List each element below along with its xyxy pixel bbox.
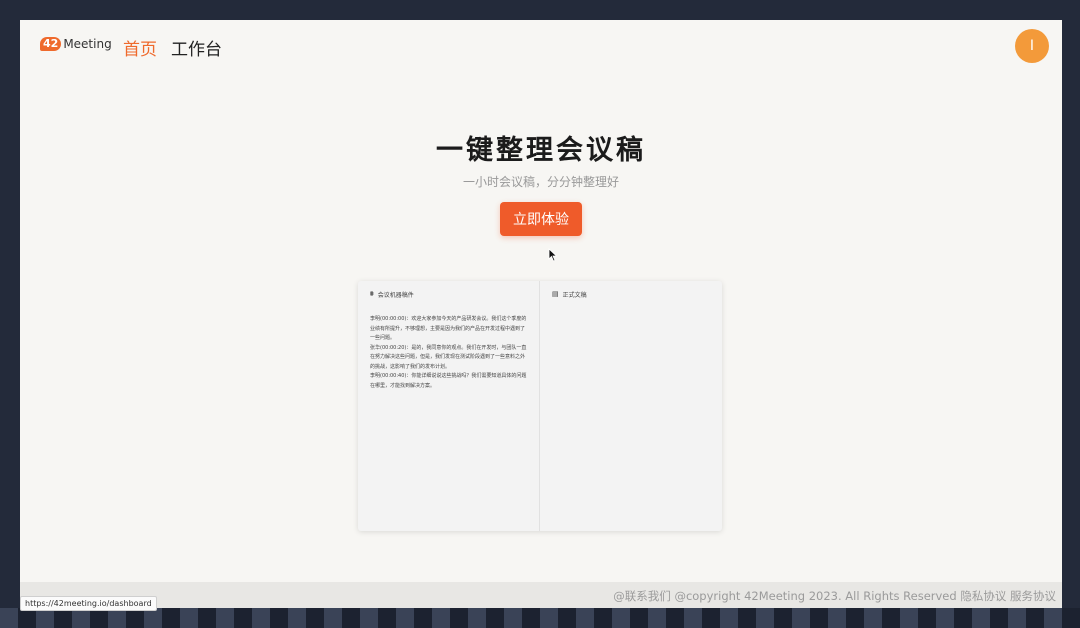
footer-text: @联系我们 @copyright 42Meeting 2023. All Rig…: [613, 588, 1056, 604]
waveform-icon: ⩩: [370, 289, 374, 298]
user-avatar[interactable]: I: [1015, 29, 1049, 63]
document-pane-header: ▤ 正式文稿: [552, 289, 710, 299]
terms-link[interactable]: 服务协议: [1010, 589, 1056, 603]
status-bar-url: https://42meeting.io/dashboard: [20, 596, 157, 611]
nav-workspace-link[interactable]: 工作台: [171, 35, 222, 60]
copyright-text: @copyright 42Meeting 2023. All Rights Re…: [674, 589, 957, 603]
privacy-link[interactable]: 隐私协议: [960, 589, 1006, 603]
preview-card: ⩩ 会议机器稿件 李明(00:00:00)：欢迎大家参加今天的产品研发会议。我们…: [358, 281, 722, 531]
browser-page: 42 Meeting 首页 工作台 I 一键整理会议稿 一小时会议稿，分分钟整理…: [20, 20, 1062, 608]
hero-subtitle: 一小时会议稿，分分钟整理好: [462, 175, 619, 189]
document-pane-title: 正式文稿: [562, 291, 587, 299]
transcript-line: 李明(00:00:40)：你能详细说说这些挑战吗？我们需要知道具体的问题在哪里，…: [370, 373, 527, 389]
footer: @联系我们 @copyright 42Meeting 2023. All Rig…: [20, 582, 1062, 608]
transcript-pane-header: ⩩ 会议机器稿件: [370, 289, 527, 299]
logo[interactable]: 42 Meeting: [40, 37, 112, 51]
mouse-cursor-icon: [548, 248, 558, 262]
hero-title: 一键整理会议稿: [436, 135, 646, 166]
transcript-line: 张华(00:00:20)：是的，我同意你的观点。我们在开发时，与团队一直在努力解…: [370, 344, 527, 370]
document-pane: ▤ 正式文稿: [540, 281, 722, 531]
transcript-text: 李明(00:00:00)：欢迎大家参加今天的产品研发会议。我们这个季度的业绩有所…: [370, 315, 527, 391]
desktop-background: [0, 608, 1080, 628]
nav-home-link[interactable]: 首页: [123, 35, 157, 60]
logo-text: Meeting: [63, 37, 112, 51]
logo-badge: 42: [40, 37, 62, 51]
top-nav: 42 Meeting 首页 工作台 I: [20, 20, 1062, 72]
transcript-pane-title: 会议机器稿件: [377, 291, 414, 299]
transcript-pane: ⩩ 会议机器稿件 李明(00:00:00)：欢迎大家参加今天的产品研发会议。我们…: [358, 281, 540, 531]
try-now-button[interactable]: 立即体验: [500, 202, 582, 236]
document-icon: ▤: [552, 290, 559, 298]
transcript-line: 李明(00:00:00)：欢迎大家参加今天的产品研发会议。我们这个季度的业绩有所…: [370, 316, 527, 341]
contact-link[interactable]: @联系我们: [613, 589, 671, 603]
